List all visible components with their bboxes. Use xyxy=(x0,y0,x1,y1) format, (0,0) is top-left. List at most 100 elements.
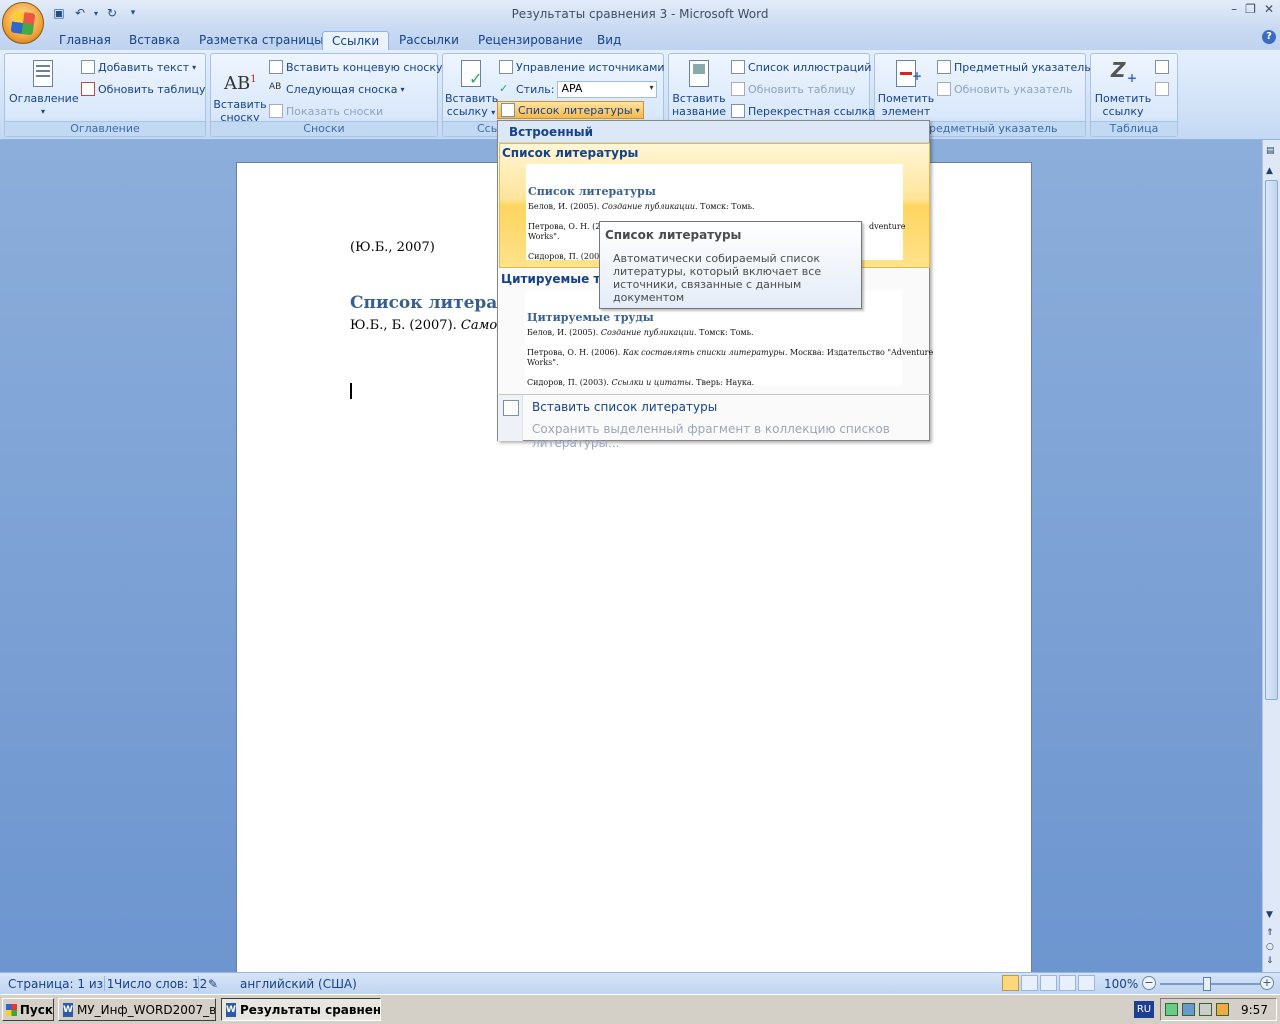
scroll-down-icon[interactable]: ▼ xyxy=(1266,910,1273,920)
clock[interactable]: 9:57 xyxy=(1241,1003,1268,1017)
web-layout-icon[interactable] xyxy=(1040,975,1057,991)
style-selector: ✓ Стиль: APA ▾ xyxy=(499,80,658,98)
print-layout-icon[interactable] xyxy=(1002,975,1019,991)
update-icon[interactable] xyxy=(1216,1003,1229,1016)
taskbar-item-results[interactable]: W Результаты сравнен... xyxy=(221,998,381,1021)
zoom-in-icon[interactable]: + xyxy=(1260,976,1274,990)
preview-line-rest: Томск: Томь. xyxy=(696,328,754,337)
insert-caption-label-1: Вставить xyxy=(672,92,726,105)
preview-line-text: Works". xyxy=(527,358,559,367)
status-separator xyxy=(198,976,199,991)
insert-bibliography-icon xyxy=(503,400,519,416)
insert-toa-icon xyxy=(1155,60,1169,74)
restore-button[interactable]: ❐ xyxy=(1245,2,1256,16)
zoom-slider-thumb[interactable] xyxy=(1203,977,1211,991)
group-footnotes: AB1 Вставить сноску Вставить концевую сн… xyxy=(210,53,443,137)
update-figures-table-button[interactable]: Обновить таблицу xyxy=(731,80,856,98)
next-footnote-label: Следующая сноска xyxy=(286,82,398,96)
title-bar: ▣ ↶ ▾ ↻ ▾ Результаты сравнения 3 - Micro… xyxy=(0,0,1280,28)
taskbar-item-word-doc[interactable]: W МУ_Инф_WORD2007_в... xyxy=(58,998,216,1021)
help-icon[interactable]: ? xyxy=(1262,30,1276,44)
volume-icon[interactable] xyxy=(1199,1003,1212,1016)
save-selection-command[interactable]: Сохранить выделенный фрагмент в коллекци… xyxy=(499,419,930,450)
page-indicator[interactable]: Страница: 1 из 1 xyxy=(8,977,114,991)
add-text-button[interactable]: Добавить текст ▾ xyxy=(81,58,196,76)
update-index-icon xyxy=(937,82,951,96)
save-selection-label: Сохранить выделенный фрагмент в коллекци… xyxy=(532,422,890,450)
insert-caption-label-2: название xyxy=(671,105,727,118)
show-notes-button[interactable]: Показать сноски xyxy=(269,102,383,120)
insert-citation-icon: ✓ xyxy=(455,58,487,90)
draft-icon[interactable] xyxy=(1078,975,1095,991)
insert-footnote-button[interactable]: AB1 Вставить сноску xyxy=(213,64,267,124)
tab-insert[interactable]: Вставка xyxy=(120,31,189,51)
insert-index-button[interactable]: Предметный указатель xyxy=(937,58,1091,76)
spellcheck-icon[interactable]: ✎ xyxy=(208,977,218,991)
chevron-down-icon: ▾ xyxy=(400,84,405,94)
scroll-up-icon[interactable]: ▲ xyxy=(1266,166,1273,176)
ruler-toggle-icon[interactable]: ▤ xyxy=(1266,146,1275,156)
word-count[interactable]: Число слов: 12 xyxy=(114,977,207,991)
tab-review[interactable]: Рецензирование xyxy=(469,31,592,51)
insert-caption-button[interactable]: Вставить название xyxy=(671,58,727,118)
manage-sources-button[interactable]: Управление источниками xyxy=(499,58,665,76)
office-button[interactable] xyxy=(2,2,44,44)
preview-line-text: Works". xyxy=(528,232,560,241)
citation-text: (Ю.Б., 2007) xyxy=(350,240,435,255)
mark-entry-label-2: элемент xyxy=(881,105,931,118)
scroll-thumb[interactable] xyxy=(1265,180,1278,700)
language-bar[interactable]: RU xyxy=(1134,1001,1154,1018)
tab-home[interactable]: Главная xyxy=(50,31,120,51)
ribbon-tabs: Главная Вставка Разметка страницы Ссылки… xyxy=(0,28,1280,51)
preview-line-italic: Создание публикации. xyxy=(601,202,698,211)
insert-toa-button[interactable] xyxy=(1155,58,1169,76)
dropdown-header: Встроенный xyxy=(498,121,929,143)
mark-citation-button[interactable]: Z + Пометить ссылку xyxy=(1093,58,1153,118)
zoom-out-icon[interactable]: − xyxy=(1142,976,1156,990)
start-button[interactable]: Пуск xyxy=(2,998,54,1021)
bibliography-button[interactable]: Список литературы ▾ xyxy=(497,101,644,119)
preview-line-tail: dventure xyxy=(869,222,906,231)
language-indicator[interactable]: английский (США) xyxy=(240,977,357,991)
style-icon: ✓ xyxy=(499,82,509,95)
update-index-button[interactable]: Обновить указатель xyxy=(937,80,1073,98)
tab-references[interactable]: Ссылки xyxy=(322,31,390,51)
network-icon[interactable] xyxy=(1165,1003,1178,1016)
toc-button[interactable]: Оглавление ▾ xyxy=(9,58,79,118)
browse-object-icon[interactable]: ○ xyxy=(1266,942,1274,952)
full-screen-reading-icon[interactable] xyxy=(1021,975,1038,991)
outline-icon[interactable] xyxy=(1059,975,1076,991)
insert-bibliography-command[interactable]: Вставить список литературы xyxy=(499,397,930,419)
update-toa-button[interactable] xyxy=(1155,80,1169,98)
mark-entry-button[interactable]: + Пометить элемент xyxy=(877,58,935,118)
update-index-label: Обновить указатель xyxy=(954,82,1073,96)
tab-view[interactable]: Вид xyxy=(588,31,630,51)
update-toc-label: Обновить таблицу xyxy=(98,82,206,96)
previous-page-icon[interactable]: ⇑ xyxy=(1266,928,1274,938)
next-footnote-button[interactable]: AB Следующая сноска ▾ xyxy=(269,80,405,98)
cross-reference-button[interactable]: Перекрестная ссылка xyxy=(731,102,875,120)
next-page-icon[interactable]: ⇓ xyxy=(1266,956,1274,966)
tab-mailings[interactable]: Рассылки xyxy=(390,31,468,51)
style-dropdown[interactable]: APA ▾ xyxy=(557,80,658,98)
tab-page-layout[interactable]: Разметка страницы xyxy=(190,31,333,51)
bibliography-heading: Список литерату xyxy=(350,293,519,313)
vertical-scrollbar[interactable]: ▤ ▲ ▼ ⇑ ○ ⇓ xyxy=(1262,140,1280,972)
update-toc-button[interactable]: Обновить таблицу xyxy=(81,80,206,98)
close-button[interactable]: ✕ xyxy=(1264,2,1274,16)
windows-logo-icon xyxy=(6,1003,17,1016)
minimize-button[interactable]: – xyxy=(1231,2,1237,16)
preview-line-rest: Тверь: Наука. xyxy=(693,378,755,387)
insert-citation-button[interactable]: ✓ Вставить ссылку ▾ xyxy=(445,58,498,119)
group-label-footnotes: Сноски xyxy=(211,121,437,136)
gallery-item-label: Список литературы xyxy=(502,146,639,160)
entry-author: Ю.Б., Б. (2007). xyxy=(350,318,461,333)
preview-line: Works". xyxy=(528,232,560,241)
text-cursor xyxy=(350,383,352,399)
antivirus-icon[interactable] xyxy=(1182,1003,1195,1016)
taskbar-item-label: Результаты сравнен... xyxy=(239,1002,381,1017)
insert-endnote-button[interactable]: Вставить концевую сноску xyxy=(269,58,443,76)
zoom-level[interactable]: 100% xyxy=(1104,977,1138,991)
table-of-figures-button[interactable]: Список иллюстраций xyxy=(731,58,871,76)
preview-title: Список литературы xyxy=(528,185,656,198)
